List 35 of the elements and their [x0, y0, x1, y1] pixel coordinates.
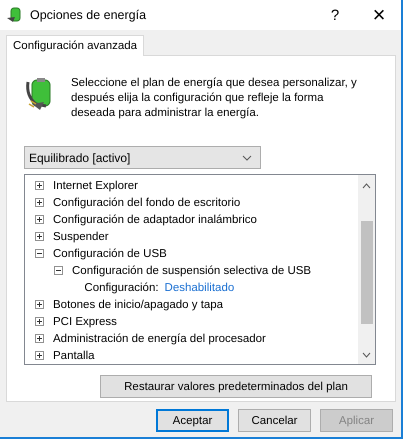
collapse-icon[interactable] [35, 249, 44, 258]
help-button[interactable]: ? [313, 0, 357, 30]
tree-item[interactable]: Pantalla [53, 350, 95, 362]
window-title: Opciones de energía [30, 8, 148, 22]
expand-icon[interactable] [35, 198, 44, 207]
scrollbar[interactable] [358, 175, 375, 364]
chevron-down-icon [242, 154, 252, 160]
close-button[interactable]: × [357, 0, 401, 30]
expand-icon[interactable] [35, 334, 44, 343]
expand-icon[interactable] [35, 232, 44, 241]
expand-icon[interactable] [35, 351, 44, 360]
tree-item[interactable]: Botones de inicio/apagado y tapa [53, 298, 224, 310]
scroll-down-icon[interactable] [362, 352, 371, 358]
tree-item[interactable]: Internet Explorer [53, 180, 138, 192]
expand-icon[interactable] [35, 317, 44, 326]
dialog-button[interactable]: Aceptar [156, 409, 229, 432]
plan-dropdown[interactable]: Equilibrado [activo] [24, 146, 261, 169]
setting-value-link[interactable]: Deshabilitado [164, 282, 234, 294]
expand-icon[interactable] [35, 181, 44, 190]
collapse-icon[interactable] [54, 266, 63, 275]
tree-item[interactable]: Configuración de adaptador inalámbrico [53, 214, 257, 226]
scroll-up-icon[interactable] [362, 183, 371, 189]
restore-defaults-button[interactable]: Restaurar valores predeterminados del plan [100, 375, 372, 398]
setting-label: Configuración: [84, 282, 159, 294]
description-text: Seleccione el plan de energía que desea personalizar, y después elija la configuración que refleje la forma deseada para administrar la energía. [71, 76, 358, 121]
tree-item[interactable]: Configuración del fondo de escritorio [53, 196, 240, 208]
dialog-button[interactable]: Cancelar [238, 409, 311, 432]
expand-icon[interactable] [35, 300, 44, 309]
tree-item[interactable]: Configuración de USB [53, 248, 167, 260]
tree-item[interactable]: Suspender [53, 230, 109, 242]
tree-item[interactable]: PCI Express [53, 316, 117, 328]
tree-item[interactable]: Administración de energía del procesador [53, 332, 266, 344]
tree-item[interactable]: Configuración de suspensión selectiva de USB [72, 264, 312, 276]
tab[interactable]: Configuración avanzada [6, 35, 144, 56]
expand-icon[interactable] [35, 215, 44, 224]
